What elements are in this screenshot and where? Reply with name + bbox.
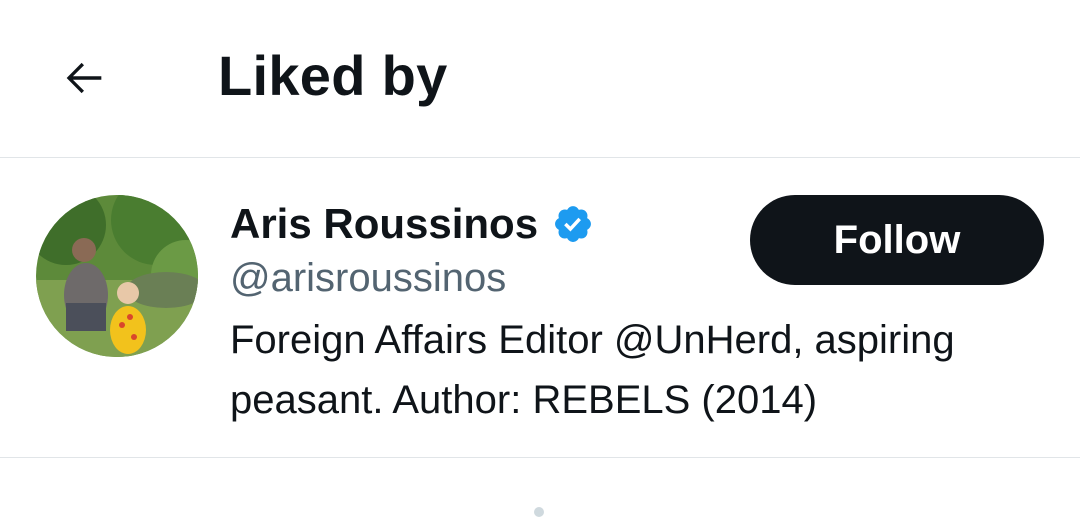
loading-indicator xyxy=(534,507,544,517)
arrow-left-icon xyxy=(66,62,102,94)
user-handle[interactable]: @arisroussinos xyxy=(230,252,506,304)
verified-badge-icon xyxy=(552,203,594,245)
display-name[interactable]: Aris Roussinos xyxy=(230,196,538,252)
avatar[interactable] xyxy=(36,195,198,357)
display-name-row: Aris Roussinos xyxy=(230,196,594,252)
page-title: Liked by xyxy=(218,44,448,107)
top-app-bar: Liked by xyxy=(0,0,1080,158)
back-button[interactable] xyxy=(50,44,118,112)
user-list-item[interactable]: Aris Roussinos @arisroussinos Foreign Af… xyxy=(0,158,1080,458)
follow-button[interactable]: Follow xyxy=(750,195,1044,285)
user-bio: Foreign Affairs Editor @UnHerd, aspiring… xyxy=(230,318,955,422)
